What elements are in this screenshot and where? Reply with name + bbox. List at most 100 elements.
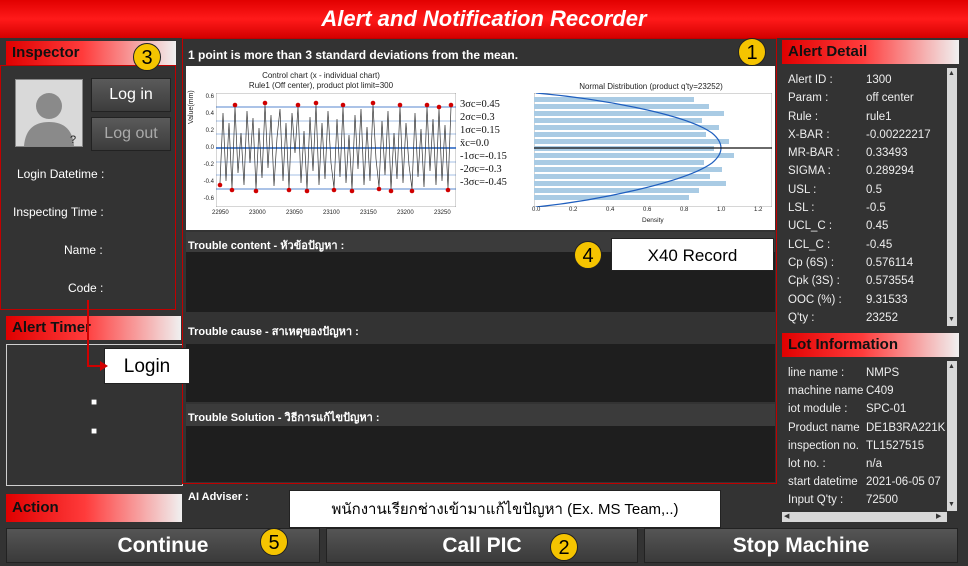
detail-key: USL :	[788, 183, 817, 196]
y-tick: 0.4	[205, 111, 214, 117]
control-chart-subtitle: Rule1 (Off center), product plot limit=3…	[248, 81, 394, 90]
control-chart-ylabel: Value(mm)	[188, 90, 195, 124]
alert-detail-header: Alert Detail	[782, 40, 959, 64]
detail-row: Param : off center	[788, 92, 946, 110]
sigma-label: x̄c=0.0	[460, 138, 489, 149]
stop-machine-button[interactable]: Stop Machine	[644, 528, 958, 563]
detail-row: Cpk (3S) : 0.573554	[788, 275, 946, 293]
detail-key: MR-BAR :	[788, 147, 840, 160]
trouble-cause-input[interactable]	[186, 344, 775, 402]
trouble-solution-input[interactable]	[186, 426, 775, 482]
arrow-up-icon[interactable]: ▲	[948, 363, 955, 370]
arrow-down-icon[interactable]: ▼	[948, 501, 955, 508]
detail-row: MR-BAR : 0.33493	[788, 147, 946, 165]
detail-key: inspection no.	[788, 439, 859, 452]
detail-value: 0.5	[866, 183, 882, 196]
detail-value: 2021-06-05 07	[866, 476, 941, 489]
alert-message: 1 point is more than 3 standard deviatio…	[188, 48, 519, 62]
detail-key: start datetime	[788, 476, 858, 489]
detail-key: OOC (%) :	[788, 293, 842, 306]
sigma-label: 2σc=0.3	[460, 112, 495, 123]
trouble-cause-label: Trouble cause - สาเหตุของปัญหา :	[186, 318, 775, 340]
ai-adviser-label: AI Adviser :	[188, 491, 249, 503]
dist-chart-title: Normal Distribution (product q'ty=23252)	[579, 82, 723, 91]
x40-record-callout: X40 Record	[611, 238, 774, 271]
name-label: Name :	[64, 243, 103, 257]
detail-key: LCL_C :	[788, 238, 831, 251]
lot-info-scrollbar[interactable]: ▲ ▼	[947, 361, 957, 511]
detail-key: Product name	[788, 421, 860, 434]
detail-row: machine name C409	[788, 385, 946, 403]
x-tick: 23150	[360, 210, 377, 216]
call-pic-button[interactable]: Call PIC	[326, 528, 638, 563]
timer-marker: ■	[91, 397, 98, 408]
detail-key: Param :	[788, 92, 829, 105]
y-tick: 0.2	[205, 128, 214, 134]
x-tick: 0.0	[532, 207, 541, 213]
code-label: Code :	[68, 281, 104, 295]
login-datetime-label: Login Datetime :	[17, 167, 105, 181]
detail-row: line name : NMPS	[788, 367, 946, 385]
control-chart-plot	[216, 93, 456, 207]
lot-info-hscrollbar[interactable]: ◀ ▶	[782, 512, 947, 522]
badge-2: 2	[550, 533, 578, 561]
detail-value: 0.289294	[866, 165, 914, 178]
arrow-left-icon[interactable]: ◀	[784, 512, 789, 520]
detail-row: Product name DE1B3RA221K	[788, 422, 946, 440]
detail-value: n/a	[866, 457, 882, 470]
x-tick: 1.0	[717, 207, 726, 213]
logout-button[interactable]: Log out	[91, 117, 171, 151]
detail-value: 0.573554	[866, 275, 914, 288]
x-tick: 0.2	[569, 207, 578, 213]
detail-value: 9.31533	[866, 293, 908, 306]
sigma-label: -3σc=-0.45	[460, 177, 507, 188]
detail-value: DE1B3RA221K	[866, 421, 946, 434]
login-button[interactable]: Log in	[91, 78, 171, 112]
arrow-up-icon[interactable]: ▲	[948, 70, 955, 77]
detail-key: LSL :	[788, 202, 815, 215]
detail-value: -0.5	[866, 202, 886, 215]
dist-chart-xlabel: Density	[642, 217, 664, 224]
x-tick: 23000	[249, 210, 266, 216]
y-axis-ticks: 0.6 0.4 0.2 0.0 -0.2 -0.4 -0.6	[200, 93, 214, 223]
detail-key: line name :	[788, 367, 845, 379]
detail-value: -0.00222217	[866, 128, 931, 141]
detail-row: LSL : -0.5	[788, 202, 946, 220]
sigma-label: 3σc=0.45	[460, 99, 500, 110]
detail-row: OOC (%) : 9.31533	[788, 294, 946, 312]
lot-info-panel: line name : NMPS machine name C409 iot modul…	[782, 359, 959, 524]
action-header: Action	[6, 494, 182, 522]
detail-value: TL1527515	[866, 439, 925, 452]
detail-key: Q'ty :	[788, 311, 815, 324]
x-tick: 23200	[397, 210, 414, 216]
login-callout-arrow	[87, 300, 108, 371]
sigma-labels: 3σc=0.45 2σc=0.3 1σc=0.15 x̄c=0.0 -1σc=-…	[460, 98, 507, 189]
x-tick: 0.4	[606, 207, 615, 213]
detail-key: iot module :	[788, 403, 848, 416]
detail-key: Rule :	[788, 110, 819, 123]
detail-key: Cp (6S) :	[788, 256, 835, 269]
timer-marker: ■	[91, 426, 98, 437]
detail-row: iot module : SPC-01	[788, 403, 946, 421]
badge-3: 3	[133, 43, 161, 71]
detail-row: lot no. : n/a	[788, 458, 946, 476]
arrow-right-icon[interactable]: ▶	[936, 512, 941, 520]
detail-value: 0.33493	[866, 147, 908, 160]
x-tick: 23250	[434, 210, 451, 216]
dist-chart-plot	[534, 93, 772, 207]
x-tick: 1.2	[754, 207, 763, 213]
sigma-label: 1σc=0.15	[460, 125, 500, 136]
badge-4: 4	[574, 241, 602, 269]
x-axis-ticks: 22950 23000 23050 23100 23150 23200 2325…	[206, 210, 456, 220]
sigma-label: -1σc=-0.15	[460, 151, 507, 162]
alert-detail-scrollbar[interactable]: ▲ ▼	[947, 68, 957, 326]
detail-row: USL : 0.5	[788, 184, 946, 202]
detail-value: 23252	[866, 311, 898, 324]
y-tick: -0.4	[203, 179, 214, 185]
detail-value: 1300	[866, 74, 892, 86]
y-tick: 0.0	[205, 145, 214, 151]
detail-value: rule1	[866, 110, 892, 123]
arrow-down-icon[interactable]: ▼	[948, 316, 955, 323]
detail-row: SIGMA : 0.289294	[788, 165, 946, 183]
detail-row: Rule : rule1	[788, 111, 946, 129]
